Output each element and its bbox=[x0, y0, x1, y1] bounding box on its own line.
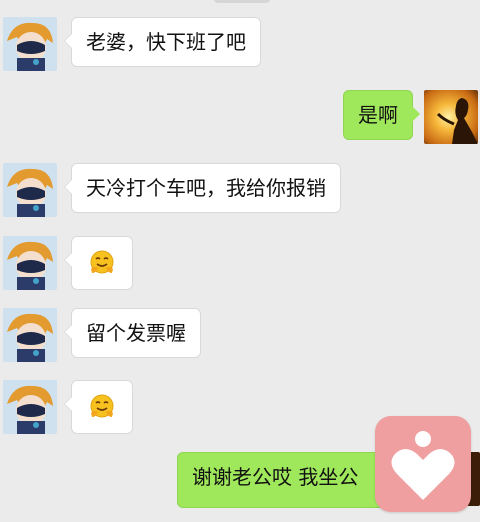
message-text: 留个发票喔 bbox=[86, 321, 186, 345]
cartoon-character-icon bbox=[3, 380, 57, 434]
message-bubble-incoming[interactable] bbox=[64, 380, 133, 434]
hugging-face-emoji-icon bbox=[88, 249, 116, 277]
message-bubble-incoming[interactable]: 留个发票喔 bbox=[64, 308, 201, 358]
contact-avatar[interactable] bbox=[3, 380, 57, 434]
heart-person-icon bbox=[391, 431, 455, 500]
cartoon-character-icon bbox=[3, 163, 57, 217]
message-bubble-outgoing[interactable]: 是啊 bbox=[343, 90, 420, 140]
self-avatar[interactable] bbox=[424, 90, 478, 144]
cartoon-character-icon bbox=[3, 17, 57, 71]
contact-avatar[interactable] bbox=[3, 163, 57, 217]
message-bubble-incoming[interactable]: 老婆，快下班了吧 bbox=[64, 17, 261, 67]
message-text: 天冷打个车吧，我给你报销 bbox=[86, 176, 326, 200]
message-text: 谢谢老公哎 我坐公 bbox=[192, 465, 359, 489]
message-bubble-incoming[interactable] bbox=[64, 236, 133, 290]
cartoon-character-icon bbox=[3, 308, 57, 362]
message-text: 是啊 bbox=[358, 103, 398, 127]
scroll-indicator bbox=[214, 0, 270, 3]
contact-avatar[interactable] bbox=[3, 308, 57, 362]
sunset-silhouette-icon bbox=[424, 90, 478, 144]
chat-area: 老婆，快下班了吧 是啊 天冷打个车吧，我给你报销 留个发票喔 谢谢老公哎 我坐公 bbox=[0, 0, 480, 522]
hugging-face-emoji-icon bbox=[88, 393, 116, 421]
message-bubble-incoming[interactable]: 天冷打个车吧，我给你报销 bbox=[64, 163, 341, 213]
cartoon-character-icon bbox=[3, 236, 57, 290]
heart-badge[interactable] bbox=[375, 416, 471, 512]
message-text: 老婆，快下班了吧 bbox=[86, 30, 246, 54]
contact-avatar[interactable] bbox=[3, 236, 57, 290]
contact-avatar[interactable] bbox=[3, 17, 57, 71]
